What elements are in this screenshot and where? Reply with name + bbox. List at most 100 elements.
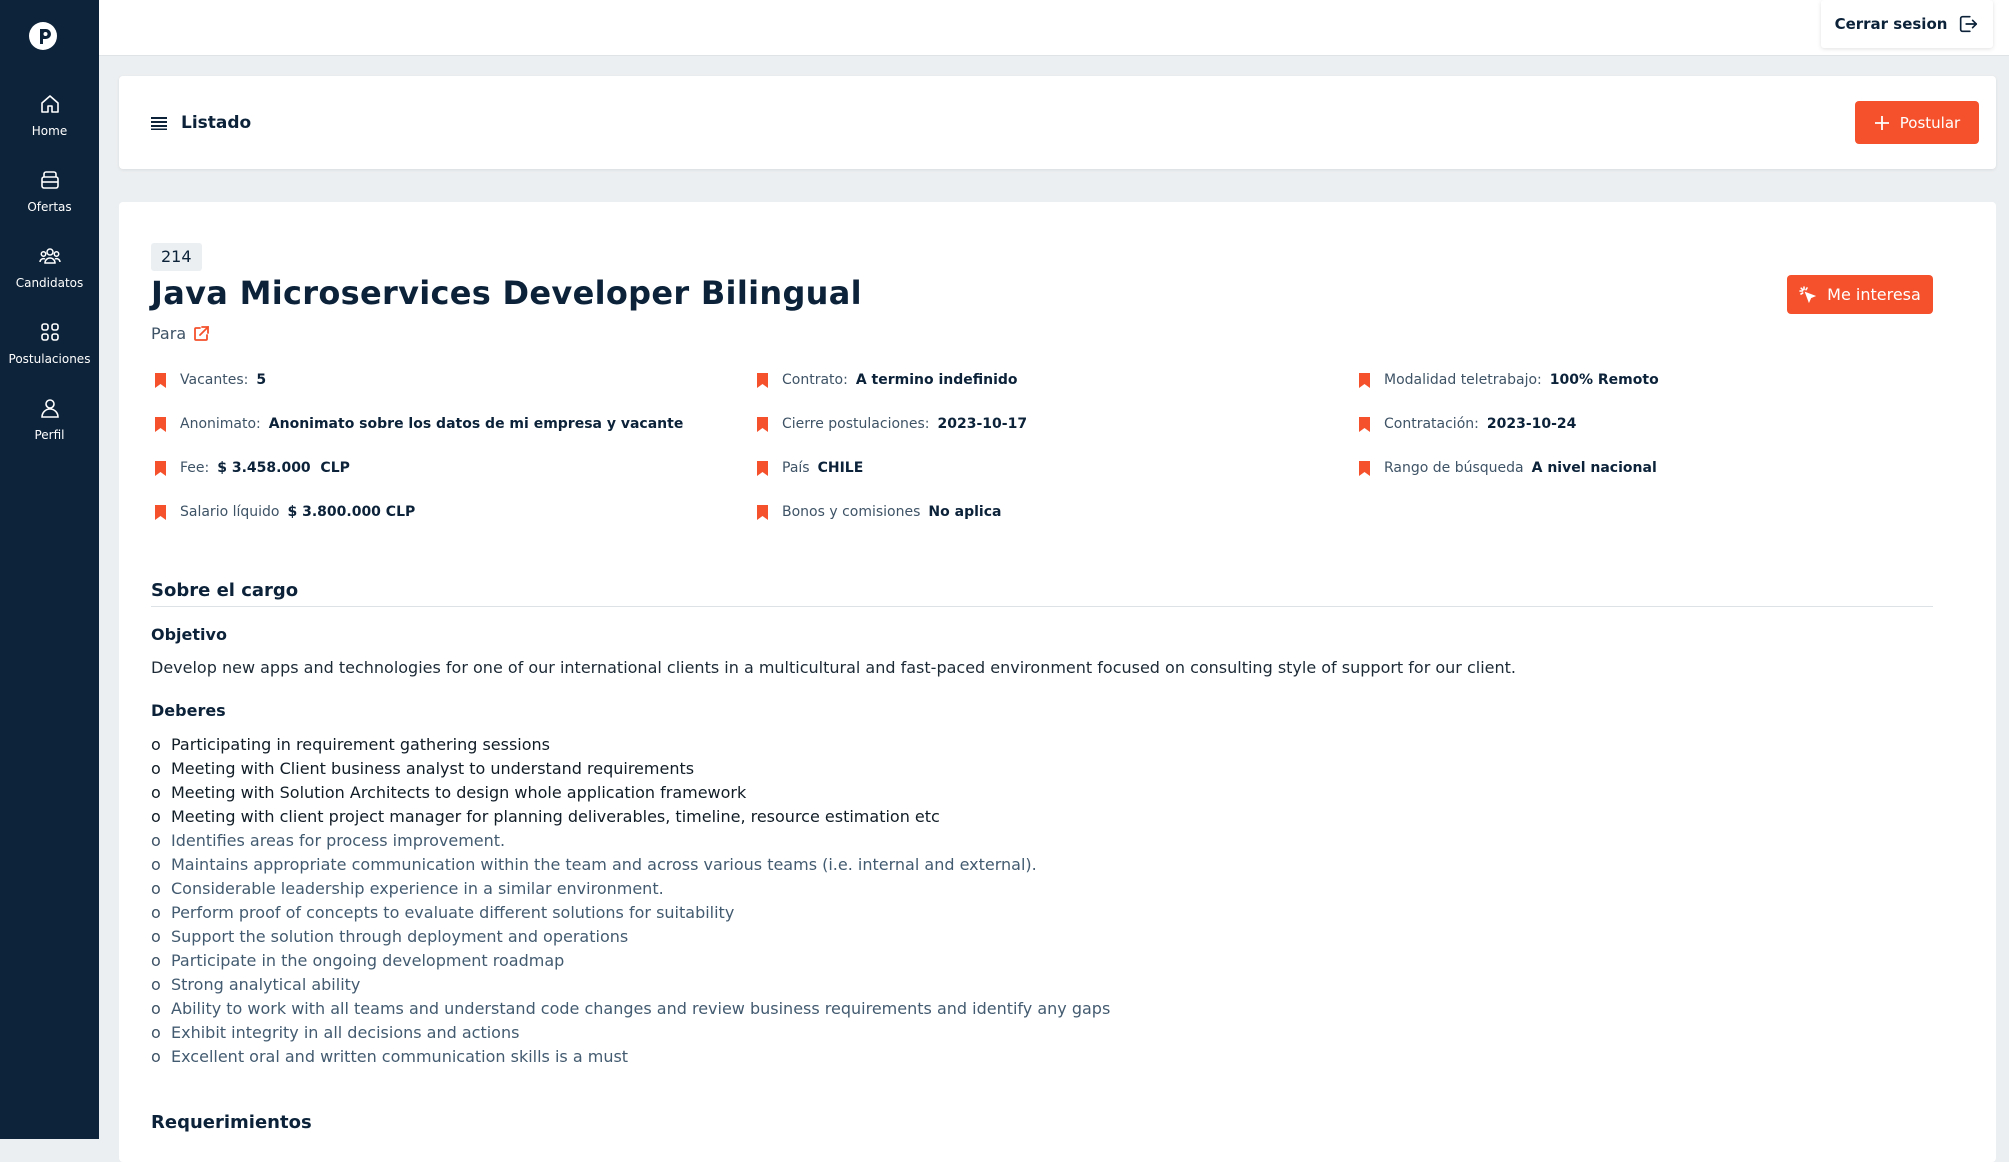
- attribute-value: A nivel nacional: [1531, 460, 1657, 476]
- postular-label: Postular: [1899, 113, 1961, 132]
- bookmark-icon: [1359, 460, 1370, 476]
- duty-text: Participate in the ongoing development r…: [171, 951, 565, 970]
- para-link[interactable]: Para: [151, 324, 210, 343]
- attribute-value: 5: [256, 372, 267, 388]
- attribute-label: Modalidad teletrabajo:: [1384, 372, 1542, 388]
- duty-text: Identifies areas for process improvement…: [171, 831, 506, 850]
- bullet-marker: o: [151, 1047, 161, 1066]
- duty-text: Meeting with Solution Architects to desi…: [171, 783, 747, 802]
- duty-text: Meeting with client project manager for …: [171, 807, 940, 826]
- sidebar-item-label: Home: [31, 124, 68, 138]
- user-icon: [40, 399, 59, 418]
- logout-label: Cerrar sesion: [1834, 15, 1948, 33]
- external-link-icon: [194, 325, 210, 341]
- me-interesa-button[interactable]: Me interesa: [1787, 275, 1933, 314]
- list-item: o Meeting with client project manager for…: [151, 805, 1110, 829]
- grid-icon: [40, 323, 59, 341]
- list-item: o Excellent oral and written communicatio…: [151, 1045, 1110, 1069]
- duty-text: Strong analytical ability: [171, 975, 361, 994]
- plus-icon: [1874, 115, 1889, 130]
- duty-text: Excellent oral and written communication…: [171, 1047, 629, 1066]
- about-section-title: Sobre el cargo: [151, 580, 299, 601]
- duty-text: Exhibit integrity in all decisions and a…: [171, 1023, 520, 1042]
- attribute-fee: Fee: $ 3.458.000 CLP: [151, 460, 350, 476]
- bullet-marker: o: [151, 975, 161, 994]
- list-item: o Perform proof of concepts to evaluate d…: [151, 901, 1110, 925]
- sidebar: Home Ofertas Candidatos Postulaciones Pe…: [0, 0, 99, 1139]
- sidebar-item-label: Postulaciones: [8, 352, 91, 366]
- bullet-marker: o: [151, 855, 161, 874]
- list-icon: [151, 117, 167, 130]
- bookmark-icon: [757, 460, 768, 476]
- bullet-marker: o: [151, 951, 161, 970]
- sidebar-item-postulaciones[interactable]: Postulaciones: [0, 320, 99, 366]
- bookmark-icon: [155, 372, 166, 388]
- job-title: Java Microservices Developer Bilingual: [151, 274, 862, 312]
- bookmark-icon: [155, 416, 166, 432]
- attribute-cierre: Cierre postulaciones: 2023-10-17: [753, 416, 1027, 432]
- bookmark-icon: [757, 372, 768, 388]
- sidebar-item-candidatos[interactable]: Candidatos: [0, 244, 99, 290]
- click-icon: [1799, 285, 1817, 303]
- bookmark-icon: [757, 504, 768, 520]
- attribute-label: Rango de búsqueda: [1384, 460, 1524, 476]
- para-label: Para: [151, 324, 187, 343]
- attribute-label: País: [782, 460, 810, 476]
- list-item: o Participate in the ongoing development …: [151, 949, 1110, 973]
- header-card: Listado Postular: [119, 76, 1996, 169]
- bullet-marker: o: [151, 879, 161, 898]
- bullet-marker: o: [151, 999, 161, 1018]
- attribute-value: $ 3.800.000 CLP: [287, 504, 416, 520]
- attribute-label: Bonos y comisiones: [782, 504, 921, 520]
- duty-text: Maintains appropriate communication with…: [171, 855, 1037, 874]
- attribute-label: Contrato:: [782, 372, 848, 388]
- list-item: o Meeting with Client business analyst to…: [151, 757, 1110, 781]
- attribute-value: 2023-10-17: [937, 416, 1028, 432]
- objective-title: Objetivo: [151, 625, 227, 644]
- attribute-value: A termino indefinido: [855, 372, 1018, 388]
- list-item: o Identifies areas for process improvemen…: [151, 829, 1110, 853]
- sidebar-item-home[interactable]: Home: [0, 92, 99, 138]
- duty-text: Perform proof of concepts to evaluate di…: [171, 903, 735, 922]
- postular-button[interactable]: Postular: [1855, 101, 1979, 144]
- bullet-marker: o: [151, 831, 161, 850]
- attribute-value: Anonimato sobre los datos de mi empresa …: [268, 416, 684, 432]
- list-item: o Support the solution through deployment…: [151, 925, 1110, 949]
- listado-label: Listado: [181, 113, 252, 133]
- bullet-marker: o: [151, 735, 161, 754]
- list-item: o Maintains appropriate communication wit…: [151, 853, 1110, 877]
- bullet-marker: o: [151, 927, 161, 946]
- attribute-pais: País CHILE: [753, 460, 863, 476]
- users-icon: [38, 248, 61, 264]
- attribute-salario: Salario líquido $ 3.800.000 CLP: [151, 504, 415, 520]
- duty-text: Ability to work with all teams and under…: [171, 999, 1111, 1018]
- sidebar-item-label: Candidatos: [15, 276, 84, 290]
- attribute-anonimato: Anonimato: Anonimato sobre los datos de …: [151, 416, 683, 432]
- attribute-label: Vacantes:: [180, 372, 249, 388]
- attribute-vacantes: Vacantes: 5: [151, 372, 266, 388]
- app-logo-icon[interactable]: [28, 21, 58, 51]
- top-bar: Cerrar sesion: [99, 0, 2009, 56]
- bullet-marker: o: [151, 903, 161, 922]
- sidebar-item-ofertas[interactable]: Ofertas: [0, 168, 99, 214]
- attribute-value: CHILE: [817, 460, 864, 476]
- bookmark-icon: [1359, 416, 1370, 432]
- attribute-value: $ 3.458.000 CLP: [217, 460, 350, 476]
- duty-text: Considerable leadership experience in a …: [171, 879, 664, 898]
- sidebar-item-perfil[interactable]: Perfil: [0, 396, 99, 442]
- attribute-label: Salario líquido: [180, 504, 280, 520]
- objective-text: Develop new apps and technologies for on…: [151, 658, 1516, 677]
- logout-button[interactable]: Cerrar sesion: [1821, 0, 1993, 48]
- bullet-marker: o: [151, 783, 161, 802]
- listado-link[interactable]: Listado: [151, 113, 251, 133]
- bullet-marker: o: [151, 1023, 161, 1042]
- duty-text: Meeting with Client business analyst to …: [171, 759, 695, 778]
- attribute-label: Cierre postulaciones:: [782, 416, 930, 432]
- attribute-value: 100% Remoto: [1549, 372, 1659, 388]
- duties-list: o Participating in requirement gathering …: [151, 733, 1110, 1069]
- section-divider: [151, 606, 1933, 607]
- bookmark-icon: [1359, 372, 1370, 388]
- duty-text: Participating in requirement gathering s…: [171, 735, 551, 754]
- attribute-bonos: Bonos y comisiones No aplica: [753, 504, 1001, 520]
- briefcase-icon: [40, 171, 59, 189]
